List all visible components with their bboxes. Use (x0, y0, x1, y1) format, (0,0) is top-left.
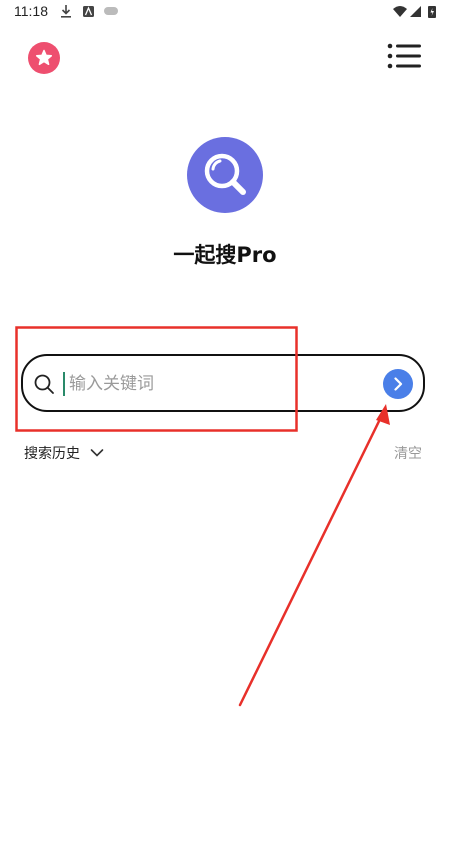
app-notification-icon (83, 6, 94, 17)
search-history-label: 搜索历史 (24, 446, 80, 462)
annotation-arrow-line (238, 411, 385, 707)
text-cursor (63, 372, 65, 396)
chevron-right-icon (394, 377, 403, 391)
search-submit-button[interactable] (383, 369, 413, 399)
app-title: 一起搜Pro (173, 243, 277, 267)
status-bar: 11:18 (0, 0, 450, 26)
search-icon (34, 374, 54, 394)
favorites-button[interactable] (28, 42, 60, 74)
menu-button[interactable] (386, 42, 422, 70)
chevron-down-icon (90, 449, 104, 457)
star-icon (35, 49, 53, 66)
notification-icons (61, 5, 118, 18)
annotation-overlay (15, 326, 390, 707)
list-menu-icon (387, 43, 421, 69)
app-logo (187, 137, 263, 213)
search-box[interactable] (21, 354, 425, 412)
cloud-icon (104, 7, 118, 15)
battery-icon (428, 6, 436, 18)
status-time: 11:18 (14, 3, 48, 19)
download-icon (61, 5, 71, 18)
system-status-icons (393, 6, 436, 18)
search-history-toggle[interactable]: 搜索历史 (24, 443, 104, 463)
search-input[interactable] (67, 368, 371, 400)
magnifier-icon (204, 153, 246, 195)
signal-icon (410, 6, 421, 17)
wifi-icon (393, 6, 407, 17)
clear-history-button[interactable]: 清空 (394, 443, 422, 463)
